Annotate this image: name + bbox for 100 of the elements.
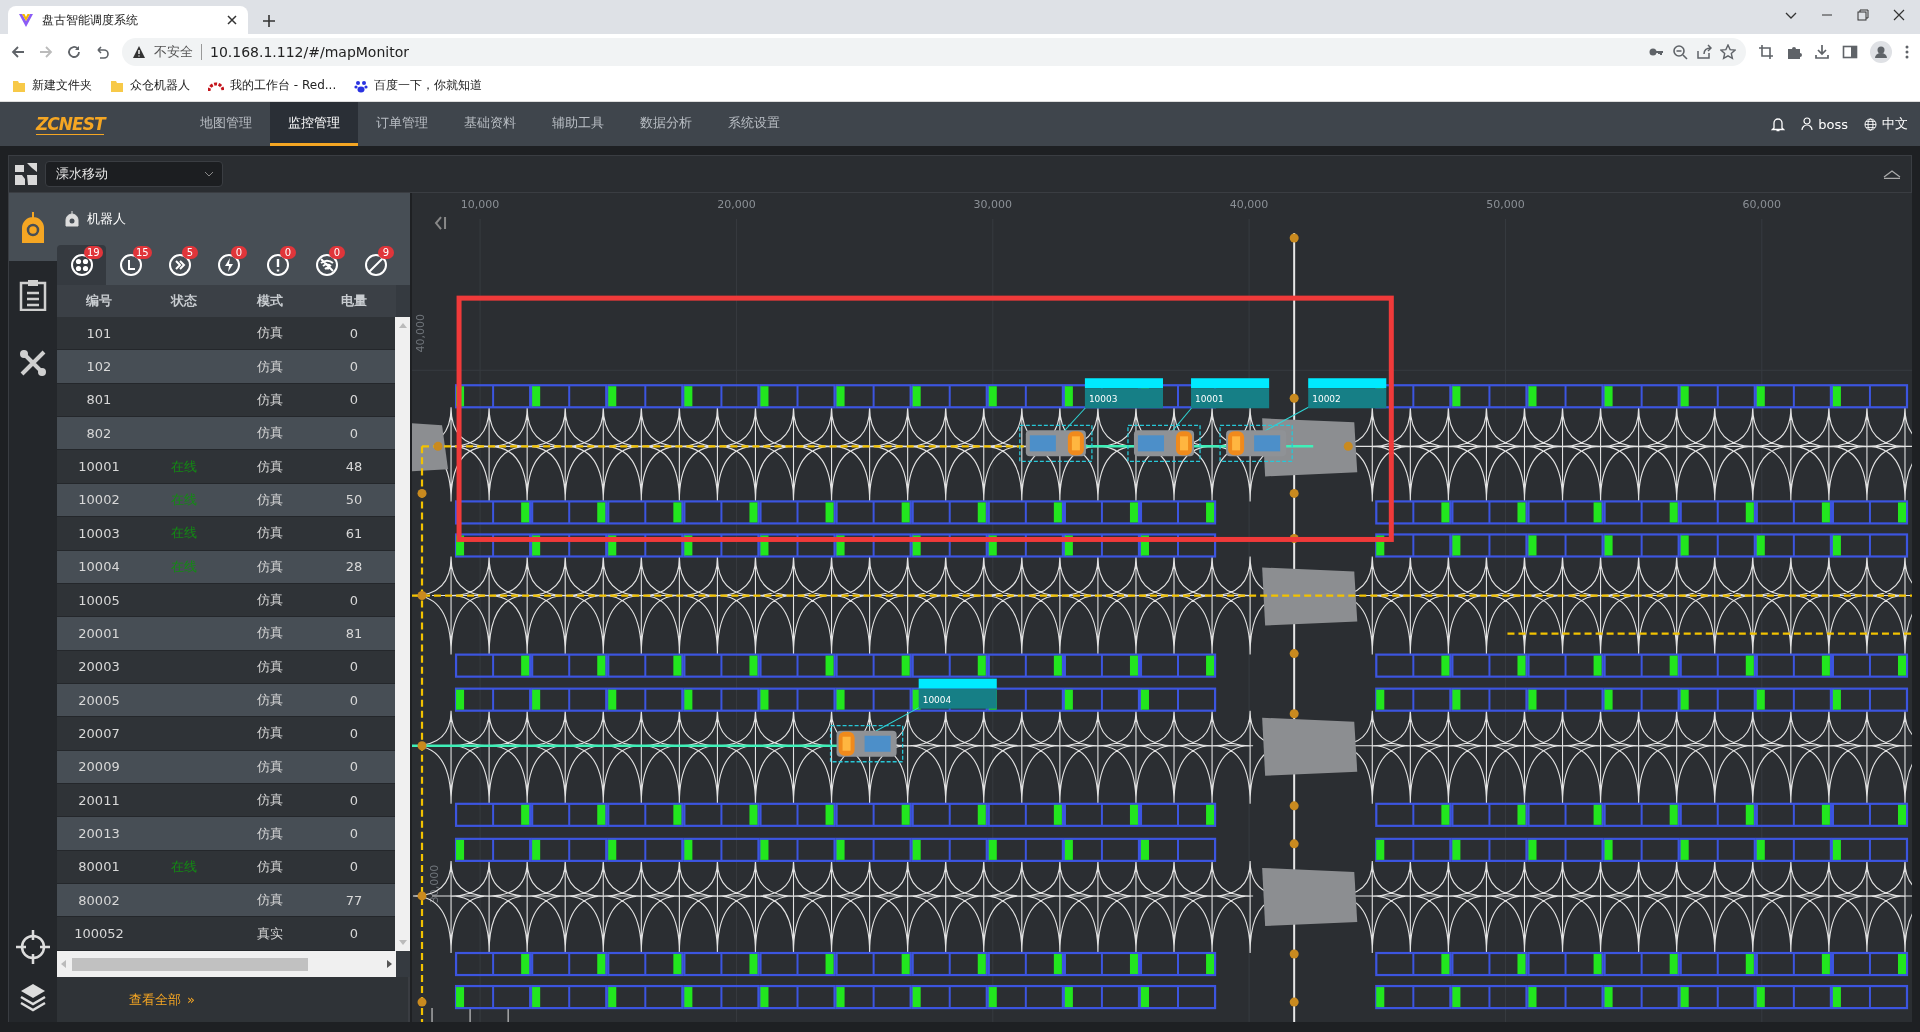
nav-tab[interactable]: 基础资料 bbox=[446, 102, 535, 146]
robot-icon[interactable] bbox=[1127, 424, 1201, 462]
status-filter-tab[interactable]: 19 bbox=[57, 245, 106, 285]
robot-row[interactable]: 100052 真实 0 bbox=[57, 917, 395, 951]
undo-icon[interactable] bbox=[94, 44, 110, 60]
robot-row[interactable]: 10004 在线 仿真 28 bbox=[57, 550, 395, 584]
puzzle-icon[interactable] bbox=[1786, 44, 1802, 60]
robot-row[interactable]: 802 仿真 0 bbox=[57, 417, 395, 451]
tools-icon[interactable] bbox=[19, 349, 47, 377]
robot-row[interactable]: 10001 在线 仿真 48 bbox=[57, 450, 395, 484]
avatar-icon[interactable] bbox=[1870, 41, 1892, 63]
app-logo-icon bbox=[18, 12, 34, 28]
nav-tab[interactable]: 系统设置 bbox=[710, 102, 799, 146]
chevron-text: » bbox=[187, 992, 195, 1007]
robot-icon[interactable] bbox=[829, 725, 904, 763]
robot-row[interactable]: 20009 仿真 0 bbox=[57, 750, 395, 785]
sidebar-tab[interactable] bbox=[9, 193, 57, 261]
robot-row[interactable]: 801 仿真 0 bbox=[57, 383, 395, 418]
reload-icon[interactable] bbox=[66, 44, 82, 60]
crop-icon[interactable] bbox=[1758, 44, 1774, 60]
axis-tick-label: 40,000 bbox=[1229, 198, 1269, 211]
robot-row[interactable]: 20001 仿真 81 bbox=[57, 617, 395, 651]
close-icon[interactable] bbox=[1892, 8, 1906, 22]
more-icon[interactable] bbox=[1904, 44, 1910, 60]
nav-tab[interactable]: 地图管理 bbox=[182, 102, 271, 146]
site-select[interactable]: 溧水移动 bbox=[45, 161, 223, 187]
robot-row[interactable]: 101 仿真 0 bbox=[57, 317, 395, 351]
mode-text: 仿真 bbox=[257, 357, 283, 376]
robot-row[interactable]: 20005 仿真 0 bbox=[57, 683, 395, 718]
vertical-scrollbar[interactable] bbox=[395, 317, 410, 951]
bookmark-link[interactable]: 百度一下，你就知道 bbox=[374, 77, 483, 94]
robot-icon[interactable] bbox=[1219, 424, 1293, 462]
bookmark-link[interactable]: 我的工作台 - Red... bbox=[230, 77, 337, 94]
back-icon[interactable] bbox=[10, 44, 26, 60]
bookmark-link[interactable]: 众仓机器人 bbox=[130, 77, 190, 94]
horizontal-scrollbar[interactable] bbox=[57, 951, 396, 977]
warehouse-map[interactable]: 10,000 20,000 30,000 40,000 50,000 60,000 40,000 30,000 10003 10001 10002 10004 bbox=[412, 193, 1912, 1022]
nav-tab[interactable]: 订单管理 bbox=[358, 102, 447, 146]
clipboard-icon[interactable] bbox=[19, 279, 47, 311]
star-icon[interactable] bbox=[1720, 44, 1736, 60]
robot-row[interactable]: 10005 仿真 0 bbox=[57, 583, 395, 618]
status-filter-tab[interactable]: 5 bbox=[155, 245, 204, 285]
robot-row[interactable]: 20013 仿真 0 bbox=[57, 817, 395, 851]
browser-tab[interactable]: 盘古智能调度系统 bbox=[8, 6, 248, 34]
robot-id: 80002 bbox=[78, 892, 120, 908]
panel-title: 机器人 bbox=[87, 210, 126, 228]
mode-text: 仿真 bbox=[257, 557, 283, 576]
battery-text: 28 bbox=[345, 559, 363, 575]
chevron-up-icon[interactable] bbox=[1883, 169, 1901, 179]
nav-tab[interactable]: 监控管理 bbox=[270, 102, 359, 146]
crosshair-icon[interactable] bbox=[16, 930, 50, 964]
mode-text: 仿真 bbox=[257, 457, 283, 476]
battery-text: 0 bbox=[349, 726, 359, 741]
share-icon[interactable] bbox=[1696, 44, 1712, 60]
new-tab-icon[interactable] bbox=[262, 14, 276, 28]
robot-row[interactable]: 10002 在线 仿真 50 bbox=[57, 483, 395, 518]
scroll-left-icon bbox=[61, 960, 66, 968]
status-filter-tab[interactable]: 0 bbox=[302, 245, 351, 285]
user-menu[interactable]: boss bbox=[1801, 102, 1848, 146]
bookmark-link[interactable]: 新建文件夹 bbox=[32, 77, 92, 94]
robot-row[interactable]: 20003 仿真 0 bbox=[57, 650, 395, 684]
nav-tab[interactable]: 数据分析 bbox=[622, 102, 711, 146]
mode-text: 仿真 bbox=[257, 524, 283, 543]
robot-icon[interactable] bbox=[1019, 424, 1093, 462]
collapse-icon[interactable] bbox=[436, 217, 446, 230]
status-filter-tab[interactable]: 0 bbox=[253, 245, 302, 285]
mode-text: 仿真 bbox=[257, 657, 283, 676]
download-icon[interactable] bbox=[1814, 44, 1830, 60]
junction-pad bbox=[412, 423, 449, 472]
robot-row[interactable]: 20007 仿真 0 bbox=[57, 717, 395, 751]
zoom-out-icon[interactable] bbox=[1672, 44, 1688, 60]
mode-text: 仿真 bbox=[257, 791, 283, 810]
robot-row[interactable]: 20011 仿真 0 bbox=[57, 784, 395, 818]
mode-text: 仿真 bbox=[257, 624, 283, 643]
sidebar-icon[interactable] bbox=[1842, 44, 1858, 60]
battery-text: 0 bbox=[349, 325, 359, 341]
robot-icon[interactable] bbox=[19, 210, 47, 244]
robot-row[interactable]: 80001 在线 仿真 0 bbox=[57, 850, 395, 885]
nav-tab[interactable]: 辅助工具 bbox=[534, 102, 623, 146]
robot-row[interactable]: 102 仿真 0 bbox=[57, 350, 395, 384]
layers-icon[interactable] bbox=[19, 982, 47, 1012]
robot-id: 80001 bbox=[78, 859, 120, 875]
view-all-link[interactable]: 查看全部 bbox=[129, 990, 181, 1009]
mode-text: 仿真 bbox=[257, 490, 283, 509]
status-filter-tab[interactable]: 9 bbox=[351, 245, 400, 285]
battery-text: 77 bbox=[345, 892, 363, 908]
status-filter-tab[interactable]: 0 bbox=[204, 245, 253, 285]
status-filter-tab[interactable]: 15 bbox=[106, 245, 155, 285]
security-label: 不安全 bbox=[154, 43, 193, 61]
address-bar[interactable]: 不安全 10.168.1.112/#/mapMonitor bbox=[122, 38, 1746, 66]
close-icon[interactable] bbox=[226, 14, 238, 26]
robot-row[interactable]: 10003 在线 仿真 61 bbox=[57, 517, 395, 551]
battery-text: 0 bbox=[349, 759, 359, 775]
robot-id: 10004 bbox=[78, 559, 120, 575]
robot-row[interactable]: 80002 仿真 77 bbox=[57, 884, 395, 918]
mode-text: 真实 bbox=[257, 924, 283, 943]
robot-id: 20005 bbox=[78, 692, 120, 708]
mode-text: 仿真 bbox=[257, 824, 283, 843]
language-menu[interactable]: 中文 bbox=[1864, 102, 1908, 146]
restore-icon[interactable] bbox=[1856, 8, 1870, 22]
